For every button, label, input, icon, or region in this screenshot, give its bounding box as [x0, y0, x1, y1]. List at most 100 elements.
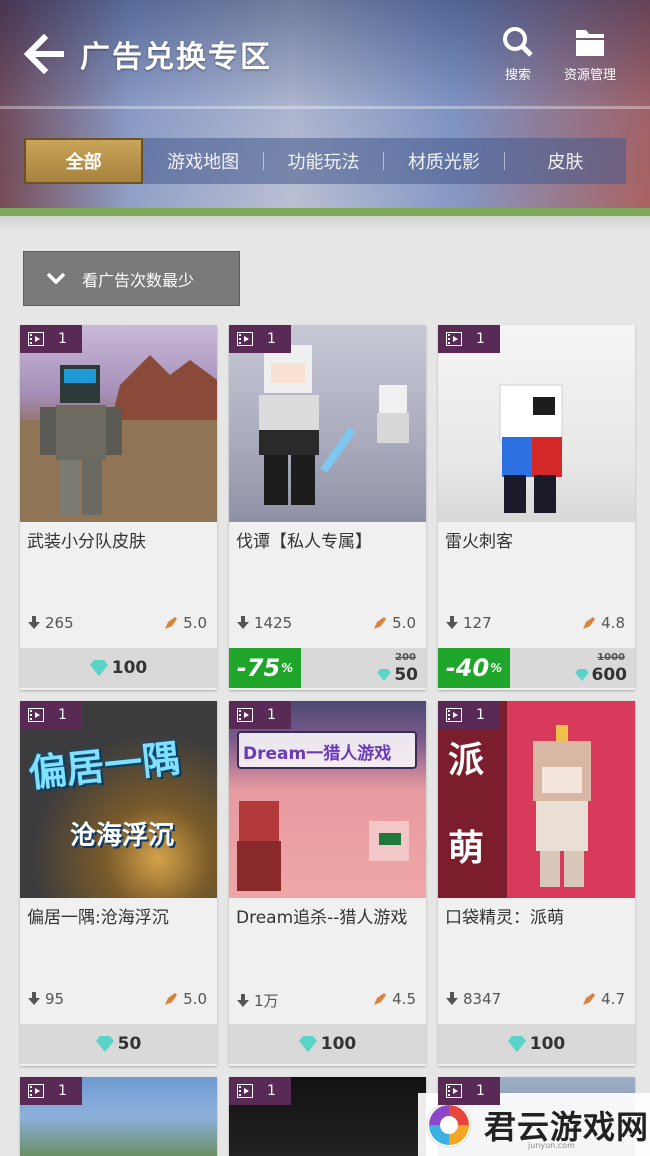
- item-card[interactable]: 1 雷火刺客 127 4.8 -40% 1000 600: [438, 325, 635, 690]
- item-card[interactable]: Dream一猎人游戏 1 Dream追杀--猎人游戏 1万 4.5 100: [229, 701, 426, 1066]
- video-ad-icon: [28, 1084, 44, 1098]
- tab-all[interactable]: 全部: [24, 138, 144, 184]
- tab-label: 全部: [65, 152, 102, 173]
- badge-count: 1: [58, 707, 67, 723]
- tab-textures[interactable]: 材质光影: [384, 138, 503, 184]
- rating-value: 5.0: [183, 614, 207, 632]
- download-count: 8347: [445, 990, 501, 1008]
- download-count: 127: [445, 614, 492, 632]
- price-bar[interactable]: -40% 1000 600: [438, 648, 635, 688]
- card-thumbnail: 偏居一隅 沧海浮沉: [20, 701, 217, 898]
- diamond-icon: [95, 1036, 114, 1052]
- item-card[interactable]: 偏居一隅 沧海浮沉 1 偏居一隅:沧海浮沉 95 5.0 50: [20, 701, 217, 1066]
- card-thumbnail: [438, 325, 635, 522]
- skin-preview-image: 派 萌: [438, 701, 635, 898]
- ad-count-badge: 1: [438, 701, 500, 729]
- rating: 4.7: [582, 990, 625, 1008]
- tab-label: 材质光影: [407, 152, 480, 173]
- price-bar[interactable]: 100: [20, 648, 217, 688]
- back-button[interactable]: [22, 33, 66, 75]
- download-value: 8347: [463, 990, 502, 1008]
- rating-icon: [374, 617, 387, 629]
- download-count: 95: [27, 990, 64, 1008]
- price-bar[interactable]: 50: [20, 1024, 217, 1064]
- badge-count: 1: [476, 1083, 485, 1099]
- download-value: 95: [45, 990, 65, 1008]
- original-price: 1000: [597, 652, 625, 663]
- sort-dropdown[interactable]: 看广告次数最少: [23, 251, 240, 306]
- rating-icon: [374, 993, 387, 1005]
- rating-value: 4.7: [601, 990, 625, 1008]
- tab-game-maps[interactable]: 游戏地图: [143, 138, 262, 184]
- video-ad-icon: [237, 332, 253, 346]
- video-ad-icon: [28, 708, 44, 722]
- download-icon: [237, 616, 249, 629]
- card-thumbnail: [229, 325, 426, 522]
- badge-count: 1: [476, 707, 485, 723]
- badge-count: 1: [476, 331, 485, 347]
- rating-value: 5.0: [392, 614, 416, 632]
- badge-count: 1: [267, 707, 276, 723]
- card-thumbnail: 派 萌: [438, 701, 635, 898]
- item-card[interactable]: 1: [20, 1077, 217, 1156]
- diamond-icon: [298, 1036, 317, 1052]
- price-bar[interactable]: 100: [438, 1024, 635, 1064]
- tab-label: 皮肤: [547, 152, 584, 173]
- download-icon: [446, 616, 458, 629]
- badge-count: 1: [267, 1083, 276, 1099]
- price-value: 100: [320, 1034, 357, 1054]
- rating-icon: [583, 617, 596, 629]
- search-button[interactable]: 搜索: [498, 26, 538, 83]
- card-title: 偏居一隅:沧海浮沉: [27, 908, 169, 928]
- tab-gameplay[interactable]: 功能玩法: [264, 138, 383, 184]
- skin-preview-image: [20, 325, 217, 522]
- page-title: 广告兑换专区: [80, 40, 272, 75]
- video-ad-icon: [28, 332, 44, 346]
- badge-count: 1: [267, 331, 276, 347]
- price-bar[interactable]: 100: [229, 1024, 426, 1064]
- folder-icon: [576, 30, 604, 56]
- header-banner: 广告兑换专区 搜索 资源管理 全部 游戏地图 功能玩法 材质光影 皮肤: [0, 0, 650, 232]
- card-thumbnail: [20, 325, 217, 522]
- tab-label: 功能玩法: [287, 152, 360, 173]
- art-title-text: 偏居一隅: [26, 736, 183, 796]
- chevron-down-icon: [46, 272, 66, 284]
- item-card[interactable]: 1 武装小分队皮肤 265 5.0 100: [20, 325, 217, 690]
- ad-count-badge: 1: [229, 701, 291, 729]
- video-ad-icon: [237, 708, 253, 722]
- sale-price: 600: [574, 665, 628, 685]
- download-icon: [28, 992, 40, 1005]
- watermark-logo-icon: [426, 1102, 472, 1147]
- ad-count-badge: 1: [438, 1077, 500, 1105]
- price-bar[interactable]: -75% 200 50: [229, 648, 426, 688]
- price-value: 50: [117, 1034, 142, 1054]
- search-label: 搜索: [504, 68, 531, 83]
- skin-preview-image: [229, 325, 426, 522]
- ad-count-badge: 1: [438, 325, 500, 353]
- header-divider: [0, 106, 650, 109]
- item-card[interactable]: 派 萌 1 口袋精灵：派萌 8347 4.7 100: [438, 701, 635, 1066]
- ad-count-badge: 1: [20, 1077, 82, 1105]
- card-title: Dream追杀--猎人游戏: [236, 908, 408, 928]
- download-count: 1万: [236, 990, 279, 1011]
- resource-manager-button[interactable]: 资源管理: [558, 26, 622, 83]
- discount-badge: -40%: [438, 648, 510, 688]
- resource-label: 资源管理: [563, 68, 616, 83]
- diamond-icon: [507, 1036, 526, 1052]
- ad-count-badge: 1: [229, 1077, 291, 1105]
- price-value: 600: [591, 665, 628, 685]
- tab-skins[interactable]: 皮肤: [505, 138, 626, 184]
- rating: 5.0: [164, 614, 207, 632]
- item-card[interactable]: 1 伐谭【私人专属】 1425 5.0 -75% 200 50: [229, 325, 426, 690]
- arrow-left-icon: [23, 33, 64, 75]
- download-count: 1425: [236, 614, 292, 632]
- discount-unit: %: [281, 661, 294, 675]
- rating-value: 5.0: [183, 990, 207, 1008]
- sort-label: 看广告次数最少: [82, 270, 195, 290]
- download-count: 265: [27, 614, 74, 632]
- rating: 4.5: [373, 990, 416, 1008]
- card-thumbnail: Dream一猎人游戏: [229, 701, 426, 898]
- badge-count: 1: [58, 1083, 67, 1099]
- card-title: 武装小分队皮肤: [27, 532, 146, 552]
- item-card[interactable]: 1: [229, 1077, 426, 1156]
